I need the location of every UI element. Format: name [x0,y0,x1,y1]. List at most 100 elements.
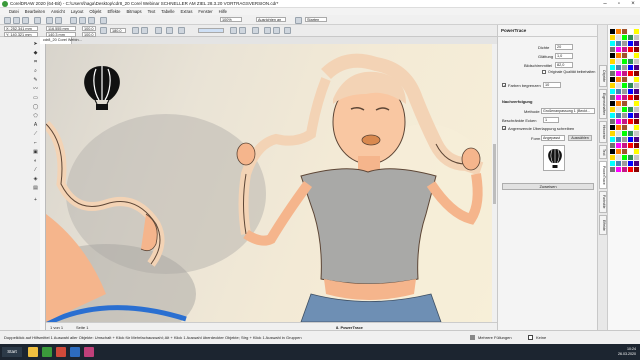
side-tab-objects[interactable]: Objekte [599,65,607,87]
artistic-media-icon[interactable]: 〰 [32,86,39,93]
palette-swatch[interactable] [616,167,621,172]
menu-fenster[interactable]: Fenster [195,8,215,15]
palette-swatch[interactable] [622,167,627,172]
palette-swatch[interactable] [622,101,627,106]
palette-swatch[interactable] [610,107,615,112]
arrowhead-end-icon[interactable] [239,27,246,34]
palette-swatch[interactable] [616,137,621,142]
ellipse-icon[interactable]: ◯ [32,104,39,111]
palette-swatch[interactable] [610,35,615,40]
palette-swatch[interactable] [634,77,639,82]
side-tab-properties[interactable]: Eigenschaften [599,89,607,119]
palette-swatch[interactable] [628,95,633,100]
palette-swatch[interactable] [622,29,627,34]
y-position-field[interactable]: Y: 140,321 mm [4,31,38,37]
palette-swatch[interactable] [622,83,627,88]
palette-swatch[interactable] [634,95,639,100]
palette-swatch[interactable] [610,161,615,166]
palette-swatch[interactable] [616,29,621,34]
palette-swatch[interactable] [634,89,639,94]
scale-width-field[interactable]: 100,0 [82,26,96,31]
palette-swatch[interactable] [616,35,621,40]
menu-objekt[interactable]: Objekt [86,8,104,15]
palette-swatch[interactable] [634,113,639,118]
palette-swatch[interactable] [634,59,639,64]
menu-layout[interactable]: Layout [68,8,87,15]
palette-swatch[interactable] [610,167,615,172]
explorer-icon[interactable] [28,347,38,357]
palette-swatch[interactable] [634,119,639,124]
palette-swatch[interactable] [634,143,639,148]
palette-swatch[interactable] [628,143,633,148]
palette-swatch[interactable] [628,149,633,154]
shape-tool-icon[interactable]: ◆ [32,50,39,57]
palette-swatch[interactable] [610,71,615,76]
palette-swatch[interactable] [616,53,621,58]
rotation-angle-field[interactable]: 180,0 [110,28,126,33]
menu-tabelle[interactable]: Tabelle [158,8,177,15]
add-tool-icon[interactable]: + [32,197,39,204]
palette-swatch[interactable] [634,107,639,112]
menu-bearbeiten[interactable]: Bearbeiten [22,8,48,15]
palette-swatch[interactable] [622,41,627,46]
arrowhead-start-icon[interactable] [230,27,237,34]
limit-colors-checkbox[interactable]: ✓ [502,83,506,88]
palette-swatch[interactable] [610,155,615,160]
menu-bitmaps[interactable]: Bitmaps [123,8,144,15]
overlap-checkbox[interactable]: ✓ [502,126,506,131]
start-button[interactable]: Start [2,347,22,357]
palette-swatch[interactable] [610,53,615,58]
shape-select-button[interactable]: Auswählen [568,135,592,141]
minimize-icon[interactable]: – [598,0,612,8]
launch-dropdown[interactable]: Starten [305,17,327,22]
palette-swatch[interactable] [628,59,633,64]
width-field[interactable]: 116,555 mm [46,26,76,31]
palette-swatch[interactable] [628,89,633,94]
palette-swatch[interactable] [616,59,621,64]
menu-hilfe[interactable]: Hilfe [216,8,230,15]
palette-swatch[interactable] [628,47,633,52]
zoom-level-field[interactable]: 100% [220,17,242,22]
palette-swatch[interactable] [622,47,627,52]
redo-icon[interactable] [55,16,62,24]
palette-swatch[interactable] [610,113,615,118]
crop-icon[interactable]: ⌗ [32,59,39,66]
palette-swatch[interactable] [610,83,615,88]
palette-swatch[interactable] [616,101,621,106]
palette-swatch[interactable] [616,149,621,154]
document-tab[interactable]: cdr8_20 Corel Webin... [40,37,82,44]
palette-swatch[interactable] [616,41,621,46]
to-back-icon[interactable] [273,27,280,34]
palette-swatch[interactable] [616,71,621,76]
outline-width-dropdown[interactable] [198,28,224,33]
align-icon[interactable] [155,27,162,34]
group-icon[interactable] [166,27,173,34]
menu-effekte[interactable]: Effekte [104,8,123,15]
parallel-dimension-icon[interactable]: ⟋ [32,131,39,138]
palette-swatch[interactable] [610,137,615,142]
palette-swatch[interactable] [628,155,633,160]
palette-swatch[interactable] [622,77,627,82]
palette-swatch[interactable] [622,113,627,118]
coreldraw-taskbar-icon[interactable] [42,347,52,357]
palette-swatch[interactable] [634,131,639,136]
palette-swatch[interactable] [634,101,639,106]
palette-swatch[interactable] [616,83,621,88]
search-icon[interactable] [70,16,77,24]
palette-swatch[interactable] [634,137,639,142]
palette-swatch[interactable] [610,149,615,154]
palette-swatch[interactable] [628,41,633,46]
palette-swatch[interactable] [634,125,639,130]
palette-swatch[interactable] [610,101,615,106]
palette-swatch[interactable] [628,125,633,130]
detail-input[interactable]: 20 [555,44,573,50]
rectangle-icon[interactable]: ▭ [32,95,39,102]
palette-swatch[interactable] [622,125,627,130]
palette-swatch[interactable] [634,41,639,46]
palette-swatch[interactable] [610,29,615,34]
palette-swatch[interactable] [628,137,633,142]
palette-swatch[interactable] [610,77,615,82]
side-tab-powertrace[interactable]: PowerTrace [599,161,607,189]
outline-icon[interactable] [178,27,185,34]
palette-swatch[interactable] [628,35,633,40]
